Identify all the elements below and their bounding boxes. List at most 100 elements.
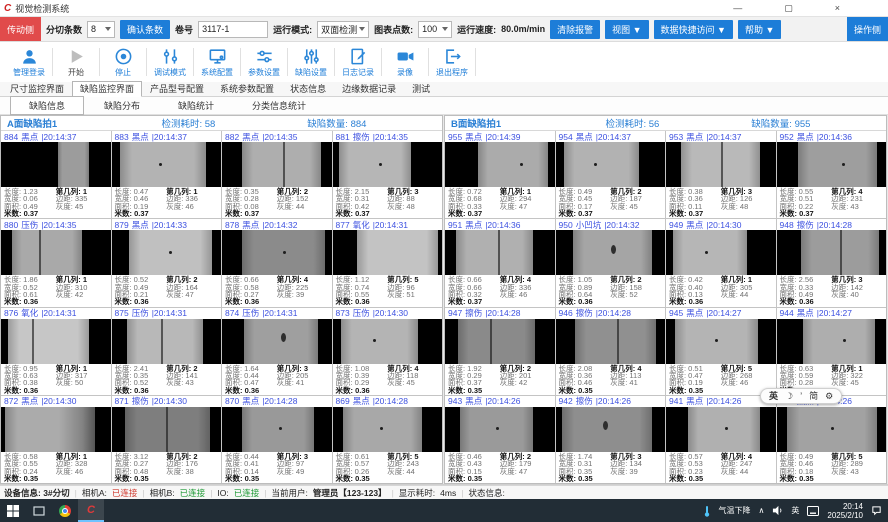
roll-number-input[interactable]: 3117-1 <box>198 21 268 38</box>
exit-program-button[interactable]: 退出程序 <box>429 47 475 78</box>
tab-product-model-config[interactable]: 产品型号配置 <box>142 81 212 96</box>
debug-mode-button[interactable]: 调试模式 <box>147 47 193 78</box>
tab-status-info[interactable]: 状态信息 <box>282 81 334 96</box>
defect-cell[interactable]: 948擦伤|20:14:28长度: 2.56宽度: 0.33面积: 0.49米数… <box>777 219 887 306</box>
defect-cell[interactable]: 872黑点|20:14:30长度: 0.58宽度: 0.55面积: 0.24米数… <box>1 396 111 483</box>
defect-cell[interactable]: 869黑点|20:14:28长度: 0.61宽度: 0.57面积: 0.26米数… <box>333 396 443 483</box>
defect-time: |20:14:27 <box>706 308 741 318</box>
defect-cell[interactable]: 871擦伤|20:14:30长度: 3.12宽度: 0.27面积: 0.48米数… <box>112 396 222 483</box>
defect-type: 小凹坑 <box>576 219 602 231</box>
defect-cell-header: 946擦伤|20:14:28 <box>556 308 666 319</box>
defect-cell[interactable]: 953黑点|20:14:37长度: 0.38宽度: 0.36面积: 0.11米数… <box>666 131 776 218</box>
defect-id: 880 <box>4 220 18 230</box>
start-button[interactable]: 开始 <box>53 47 99 78</box>
defect-cell[interactable]: 943黑点|20:14:26长度: 0.46宽度: 0.43面积: 0.15米数… <box>445 396 555 483</box>
admin-login-button[interactable]: 管理登录 <box>6 47 52 78</box>
defect-cell[interactable]: 942擦伤|20:14:26长度: 1.74宽度: 0.31面积: 0.35米数… <box>556 396 666 483</box>
defect-meters: 米数: 0.35 <box>336 475 388 482</box>
run-mode-select[interactable]: 双面检测 <box>317 21 369 38</box>
task-view-button[interactable] <box>26 499 52 522</box>
volume-icon[interactable] <box>772 505 783 516</box>
defect-cell[interactable]: 882黑点|20:14:35长度: 0.35宽度: 0.28面积: 0.08米数… <box>222 131 332 218</box>
clear-alarm-button[interactable]: 清除报警 <box>550 20 600 39</box>
defect-cell[interactable]: 944黑点|20:14:27长度: 0.63宽度: 0.59面积: 0.28米数… <box>777 308 887 395</box>
defect-id: 951 <box>448 220 462 230</box>
ime-punctuation-toggle[interactable]: ’ <box>800 388 802 404</box>
browser-taskbar-button[interactable] <box>52 499 78 522</box>
confirm-count-button[interactable]: 确认条数 <box>120 20 170 39</box>
defect-cell[interactable]: 945黑点|20:14:27长度: 0.51宽度: 0.47面积: 0.19米数… <box>666 308 776 395</box>
defect-cell[interactable]: 952黑点|20:14:36长度: 0.55宽度: 0.51面积: 0.22米数… <box>777 131 887 218</box>
defect-image <box>112 142 222 187</box>
ime-language-toggle[interactable]: 英 <box>769 388 778 404</box>
subtab-defect-statistics[interactable]: 缺陷统计 <box>160 97 232 114</box>
defect-image <box>445 230 555 275</box>
subtab-class-info-statistics[interactable]: 分类信息统计 <box>234 97 324 114</box>
log-record-button[interactable]: 日志记录 <box>335 47 381 78</box>
defect-meters: 米数: 0.36 <box>780 298 832 305</box>
ime-moon-icon[interactable]: ☽ <box>785 388 793 404</box>
defect-cell[interactable]: 947擦伤|20:14:28长度: 1.92宽度: 0.29面积: 0.37米数… <box>445 308 555 395</box>
defect-type: 黑点 <box>465 131 482 143</box>
defect-cell[interactable]: 870黑点|20:14:28长度: 0.44宽度: 0.41面积: 0.14米数… <box>222 396 332 483</box>
tray-expand-caret[interactable]: ∧ <box>759 506 765 515</box>
ime-settings-gear-icon[interactable]: ⚙ <box>825 388 833 404</box>
minimize-button[interactable]: — <box>733 0 742 16</box>
subtab-defect-info[interactable]: 缺陷信息 <box>10 96 84 115</box>
help-menu-button[interactable]: 帮助 ▼ <box>738 20 781 39</box>
panel-b-title[interactable]: B面缺陷拍1 <box>451 116 605 130</box>
tab-size-monitor[interactable]: 尺寸监控界面 <box>2 81 72 96</box>
system-config-button[interactable]: 系统配置 <box>194 47 240 78</box>
clock[interactable]: 20:14 2025/2/10 <box>827 502 863 520</box>
parameter-settings-button[interactable]: 参数设置 <box>241 47 287 78</box>
defect-cell[interactable]: 880压伤|20:14:35长度: 1.86宽度: 0.52面积: 0.61米数… <box>1 219 111 306</box>
keyboard-icon[interactable] <box>807 506 819 516</box>
defect-cell[interactable]: 954黑点|20:14:37长度: 0.49宽度: 0.45面积: 0.17米数… <box>556 131 666 218</box>
defect-cell[interactable]: 949黑点|20:14:30长度: 0.42宽度: 0.40面积: 0.13米数… <box>666 219 776 306</box>
defect-time: |20:14:26 <box>596 396 631 406</box>
stop-button[interactable]: 停止 <box>100 47 146 78</box>
record-video-button[interactable]: 录像 <box>382 47 428 78</box>
defect-cell[interactable]: 946擦伤|20:14:28长度: 2.08宽度: 0.36面积: 0.46米数… <box>556 308 666 395</box>
defect-cell[interactable]: 883黑点|20:14:37长度: 0.47宽度: 0.46面积: 0.19米数… <box>112 131 222 218</box>
subtab-defect-distribution[interactable]: 缺陷分布 <box>86 97 158 114</box>
inspection-app-taskbar-button[interactable]: C <box>78 499 104 522</box>
tab-system-param-config[interactable]: 系统参数配置 <box>212 81 282 96</box>
drive-side-button[interactable]: 传动侧 <box>0 17 41 41</box>
weather-text[interactable]: 气温下降 <box>719 505 751 516</box>
close-button[interactable]: × <box>835 0 840 16</box>
defect-cell[interactable]: 941黑点|20:14:26长度: 0.57宽度: 0.53面积: 0.23米数… <box>666 396 776 483</box>
data-quick-access-button[interactable]: 数据快捷访问 ▼ <box>654 20 733 39</box>
defect-type: 压伤 <box>353 308 370 320</box>
defect-cell[interactable]: 940黑点|20:14:26长度: 0.49宽度: 0.46面积: 0.18米数… <box>777 396 887 483</box>
defect-meters: 米数: 0.35 <box>559 387 611 394</box>
defect-cell[interactable]: 873压伤|20:14:30长度: 1.08宽度: 0.39面积: 0.29米数… <box>333 308 443 395</box>
view-menu-button[interactable]: 视图 ▼ <box>605 20 648 39</box>
defect-cell[interactable]: 879黑点|20:14:33长度: 0.52宽度: 0.49面积: 0.21米数… <box>112 219 222 306</box>
slit-count-select[interactable]: 8 <box>87 21 115 38</box>
defect-cell[interactable]: 874压伤|20:14:31长度: 1.64宽度: 0.44面积: 0.47米数… <box>222 308 332 395</box>
panel-a-title[interactable]: A面缺陷拍1 <box>7 116 161 130</box>
defect-cell[interactable]: 877氧化|20:14:31长度: 1.12宽度: 0.74面积: 0.55米数… <box>333 219 443 306</box>
defect-cell[interactable]: 950小凹坑|20:14:32长度: 1.05宽度: 0.89面积: 0.64米… <box>556 219 666 306</box>
language-indicator[interactable]: 英 <box>791 505 799 516</box>
defect-cell[interactable]: 955黑点|20:14:39长度: 0.72宽度: 0.68面积: 0.33米数… <box>445 131 555 218</box>
defect-cell[interactable]: 875压伤|20:14:31长度: 2.41宽度: 0.35面积: 0.52米数… <box>112 308 222 395</box>
operator-side-button[interactable]: 操作侧 <box>847 17 888 41</box>
chart-points-select[interactable]: 100 <box>418 21 452 38</box>
ime-simplified-toggle[interactable]: 简 <box>809 388 818 404</box>
defect-cell[interactable]: 951黑点|20:14:36长度: 0.66宽度: 0.66面积: 0.32米数… <box>445 219 555 306</box>
start-button[interactable] <box>0 499 26 522</box>
tab-edge-data-record[interactable]: 边缘数据记录 <box>334 81 404 96</box>
defect-cell[interactable]: 876氧化|20:14:31长度: 0.95宽度: 0.63面积: 0.38米数… <box>1 308 111 395</box>
defect-cell[interactable]: 878黑点|20:14:32长度: 0.66宽度: 0.58面积: 0.27米数… <box>222 219 332 306</box>
defect-gray: 灰度: 45 <box>387 379 439 386</box>
defect-cell-header: 944黑点|20:14:27 <box>777 308 887 319</box>
defect-settings-button[interactable]: 缺陷设置 <box>288 47 334 78</box>
defect-cell[interactable]: 884黑点|20:14:37长度: 1.23宽度: 0.06面积: 0.49米数… <box>1 131 111 218</box>
notification-center-icon[interactable] <box>871 505 882 516</box>
defect-cell[interactable]: 881擦伤|20:14:35长度: 2.15宽度: 0.31面积: 0.42米数… <box>333 131 443 218</box>
tab-defect-monitor[interactable]: 缺陷监控界面 <box>72 81 142 97</box>
maximize-button[interactable]: ▢ <box>784 0 793 16</box>
tab-test[interactable]: 测试 <box>404 81 438 96</box>
